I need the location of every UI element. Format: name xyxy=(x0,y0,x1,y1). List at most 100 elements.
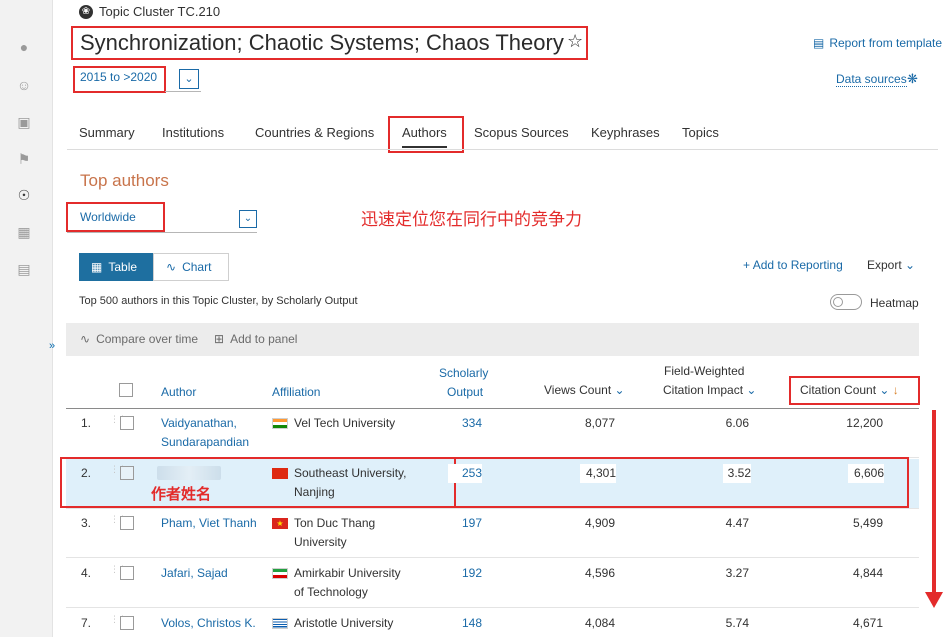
column-header-views[interactable]: Views Count ⌄ xyxy=(544,383,625,397)
line-chart-icon: ∿ xyxy=(166,260,177,274)
fwci-value: 4.47 xyxy=(725,516,749,530)
annotation-arrow-line xyxy=(932,410,936,595)
tab-institutions[interactable]: Institutions xyxy=(162,125,224,140)
row-divider xyxy=(66,508,919,509)
target-icon[interactable]: ☉ xyxy=(16,187,32,203)
column-header-scholarly-output-line2[interactable]: Output xyxy=(447,385,483,399)
breadcrumb[interactable]: ❀ Topic Cluster TC.210 xyxy=(79,4,220,19)
drag-handle-icon[interactable]: ⋮⋮ xyxy=(110,615,127,631)
row-rank: 2. xyxy=(81,466,92,480)
views-count: 4,596 xyxy=(584,566,615,580)
tab-summary[interactable]: Summary xyxy=(79,125,135,140)
citation-count: 4,671 xyxy=(852,616,883,630)
blurred-author-name[interactable] xyxy=(157,466,221,480)
scholarly-output-link[interactable]: 334 xyxy=(448,414,482,433)
year-range-select[interactable]: 2015 to >2020 xyxy=(80,70,157,84)
scholarly-output-link[interactable]: 253 xyxy=(448,464,482,483)
author-name-annotation: 作者姓名 xyxy=(151,486,212,503)
tab-keyphrases[interactable]: Keyphrases xyxy=(591,125,660,140)
institution-icon[interactable]: ● xyxy=(16,39,32,55)
drag-handle-icon[interactable]: ⋮⋮ xyxy=(110,565,127,581)
chevron-down-icon: ⌄ xyxy=(879,383,890,397)
add-to-panel-button[interactable]: ⊞ Add to panel xyxy=(214,332,297,346)
report-icon[interactable]: ▤ xyxy=(16,261,32,277)
column-header-affiliation[interactable]: Affiliation xyxy=(272,385,320,399)
favorite-star-icon[interactable]: ☆ xyxy=(567,31,583,52)
table-icon: ▦ xyxy=(91,260,103,274)
views-count: 4,909 xyxy=(584,516,615,530)
author-name-link[interactable]: Volos, Christos K. xyxy=(161,614,256,633)
row-divider xyxy=(66,607,919,608)
row-divider xyxy=(66,557,919,558)
author-name-link[interactable]: Pham, Viet Thanh xyxy=(161,514,257,533)
trend-icon: ∿ xyxy=(80,332,91,346)
table-view-button[interactable]: ▦ Table xyxy=(79,253,153,281)
chevron-down-icon[interactable]: ⌄ xyxy=(239,210,257,228)
dashboard-icon[interactable]: ▦ xyxy=(16,224,32,240)
author-name-link[interactable]: Vaidyanathan, xyxy=(161,414,237,433)
year-range-underline xyxy=(165,91,201,92)
add-to-reporting-button[interactable]: + Add to Reporting xyxy=(743,258,843,272)
row-checkbox[interactable] xyxy=(120,416,134,430)
select-all-checkbox[interactable] xyxy=(119,383,133,397)
person-icon[interactable]: ☺ xyxy=(16,77,32,93)
report-from-template-link[interactable]: ▤ Report from template xyxy=(813,36,942,50)
row-checkbox[interactable] xyxy=(120,516,134,530)
column-header-fwci[interactable]: Field-Weighted xyxy=(664,364,744,378)
drag-handle-icon[interactable]: ⋮⋮ xyxy=(110,515,127,531)
tab-topics[interactable]: Topics xyxy=(682,125,719,140)
row-checkbox[interactable] xyxy=(120,616,134,630)
row-rank: 1. xyxy=(81,416,92,430)
author-name-link[interactable]: Jafari, Sajad xyxy=(161,564,228,583)
fwci-value: 3.27 xyxy=(725,566,749,580)
column-header-author[interactable]: Author xyxy=(161,385,196,399)
heatmap-toggle[interactable] xyxy=(830,294,862,310)
column-header-citations[interactable]: Citation Count ⌄ ↓ xyxy=(800,383,899,397)
scholarly-output-link[interactable]: 197 xyxy=(448,514,482,533)
row-checkbox[interactable] xyxy=(120,566,134,580)
chevron-down-icon[interactable]: ⌄ xyxy=(179,69,199,89)
citation-count: 5,499 xyxy=(852,516,883,530)
fwci-value: 5.74 xyxy=(725,616,749,630)
data-sources-link[interactable]: Data sources xyxy=(836,72,907,87)
left-sidebar: ● ☺ ▣ ⚑ ☉ ▦ ▤ » xyxy=(0,0,55,637)
flag-icon[interactable]: ⚑ xyxy=(16,151,32,167)
tab-countries-regions[interactable]: Countries & Regions xyxy=(255,125,374,140)
views-count: 8,077 xyxy=(584,416,615,430)
drag-handle-icon[interactable]: ⋮⋮ xyxy=(110,465,127,481)
tab-scopus-sources[interactable]: Scopus Sources xyxy=(474,125,569,140)
scope-underline xyxy=(67,232,257,233)
affiliation-text-line2: Nanjing xyxy=(294,485,335,499)
row-checkbox[interactable] xyxy=(120,466,134,480)
table-view-label: Table xyxy=(108,260,138,274)
drag-handle-icon[interactable]: ⋮⋮ xyxy=(110,415,127,431)
table-header-divider xyxy=(66,408,919,409)
book-icon[interactable]: ▣ xyxy=(16,114,32,130)
row-rank: 7. xyxy=(81,616,92,630)
author-name-link-line2[interactable]: Sundarapandian xyxy=(161,433,249,452)
sort-arrow-down-icon: ↓ xyxy=(892,383,899,397)
views-count: 4,084 xyxy=(584,616,615,630)
india-flag-icon xyxy=(272,418,288,429)
scholarly-output-link[interactable]: 148 xyxy=(448,614,482,633)
add-to-reporting-label: Add to Reporting xyxy=(752,258,843,272)
row-rank: 3. xyxy=(81,516,92,530)
scope-select[interactable]: Worldwide xyxy=(80,210,136,224)
export-button[interactable]: Export ⌄ xyxy=(867,258,915,272)
toggle-knob xyxy=(833,297,843,307)
chart-view-button[interactable]: ∿ Chart xyxy=(153,253,229,281)
fwci-value: 3.52 xyxy=(723,464,751,483)
compare-over-time-button[interactable]: ∿ Compare over time xyxy=(80,332,198,346)
column-header-scholarly-output[interactable]: Scholarly xyxy=(439,366,488,380)
chevron-down-icon: ⌄ xyxy=(614,383,625,397)
iran-flag-icon xyxy=(272,568,288,579)
scholarly-output-link[interactable]: 192 xyxy=(448,564,482,583)
affiliation-text: Aristotle University xyxy=(294,616,394,630)
vietnam-flag-icon: ★ xyxy=(272,518,288,529)
row-rank: 4. xyxy=(81,566,92,580)
column-header-fwci-line2[interactable]: Citation Impact ⌄ xyxy=(663,383,756,397)
citation-count: 6,606 xyxy=(848,464,884,483)
affiliation-text-line2: of Technology xyxy=(294,585,368,599)
chart-view-label: Chart xyxy=(182,260,212,274)
add-panel-icon: ⊞ xyxy=(214,332,225,346)
